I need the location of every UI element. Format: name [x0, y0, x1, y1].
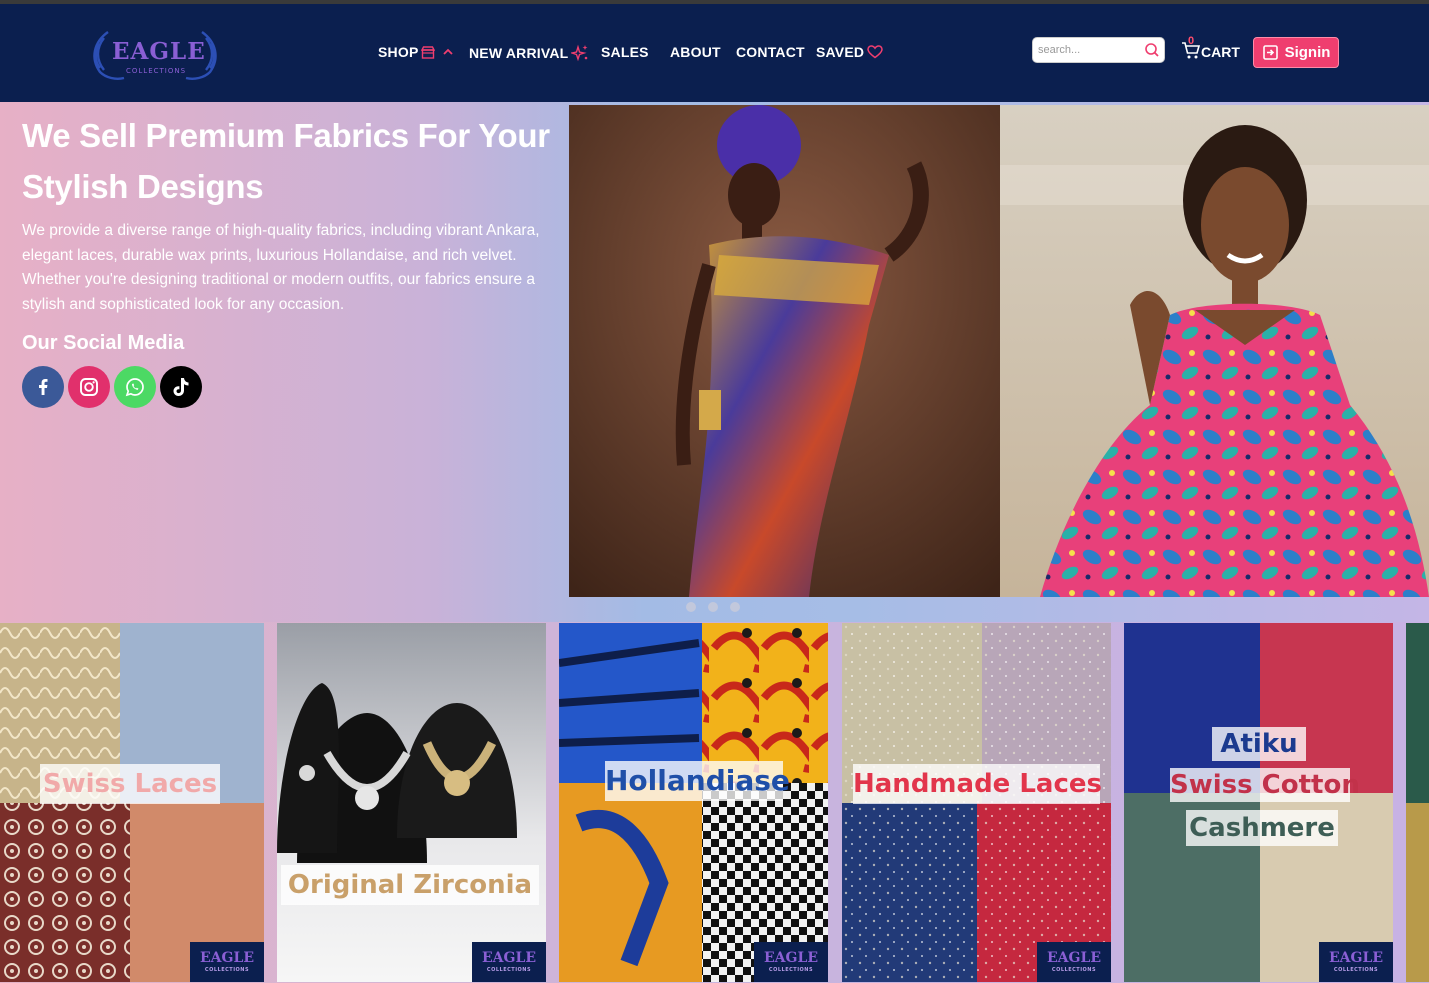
category-image: [277, 623, 546, 982]
social-heading: Our Social Media: [22, 332, 185, 354]
nav-shop[interactable]: SHOP: [378, 44, 455, 60]
logo-wordmark: EAGLE: [112, 38, 206, 65]
category-label-line-1: Atiku: [1212, 727, 1306, 761]
login-icon: [1262, 45, 1278, 60]
nav-shop-label: SHOP: [378, 44, 419, 60]
category-image: [559, 623, 828, 982]
eagle-badge: EAGLE COLLECTIONS: [472, 942, 546, 982]
hero-slide-image-1: [569, 105, 1000, 597]
carousel-dots: [686, 602, 740, 612]
chevron-up-icon: [443, 48, 454, 55]
category-label-line-3: Cashmere: [1186, 810, 1338, 846]
nav-saved-label: SAVED: [816, 44, 865, 60]
logo-tagline: COLLECTIONS: [126, 67, 187, 75]
nav-contact-label: CONTACT: [736, 44, 805, 60]
category-card-handmade-laces[interactable]: Handmade Laces EAGLE COLLECTIONS: [842, 623, 1111, 982]
signin-button[interactable]: Signin: [1253, 37, 1339, 68]
hero-title: We Sell Premium Fabrics For Your Stylish…: [22, 117, 550, 205]
nav-contact[interactable]: CONTACT: [736, 44, 805, 60]
category-label: Original Zirconia: [281, 865, 539, 905]
eagle-badge: EAGLE COLLECTIONS: [1319, 942, 1393, 982]
category-label: Handmade Laces: [853, 764, 1102, 804]
nav-new-arrival-label: NEW ARRIVAL: [469, 45, 569, 61]
tiktok-icon: [173, 378, 189, 396]
instagram-link[interactable]: [68, 366, 110, 408]
search-icon[interactable]: [1144, 42, 1160, 58]
nav-about[interactable]: ABOUT: [670, 44, 721, 60]
eagle-badge: EAGLE COLLECTIONS: [190, 942, 264, 982]
tiktok-link[interactable]: [160, 366, 202, 408]
category-row: Swiss Laces EAGLE COLLECTIONS Original Z…: [0, 622, 1429, 983]
facebook-icon: [39, 379, 48, 395]
instagram-icon: [80, 378, 98, 396]
site-header: EAGLE COLLECTIONS SHOP NEW ARRIVAL SALES…: [0, 4, 1429, 102]
cart-count: 0: [1188, 35, 1195, 47]
social-links: [22, 366, 202, 408]
hero-section: We Sell Premium Fabrics For Your Stylish…: [0, 102, 1429, 622]
cart-label: CART: [1201, 44, 1240, 60]
whatsapp-link[interactable]: [114, 366, 156, 408]
nav-about-label: ABOUT: [670, 44, 721, 60]
category-card-hollandiase[interactable]: Hollandiase EAGLE COLLECTIONS: [559, 623, 828, 982]
heart-icon: [867, 45, 883, 59]
carousel-dot-3[interactable]: [730, 602, 740, 612]
hero-slide-image-2: [1000, 105, 1429, 597]
facebook-link[interactable]: [22, 366, 64, 408]
eagle-badge: EAGLE COLLECTIONS: [1037, 942, 1111, 982]
category-label: Hollandiase: [605, 761, 790, 801]
hero-description: We provide a diverse range of high-quali…: [22, 222, 540, 313]
sparkle-icon: [571, 44, 588, 62]
carousel-dot-1[interactable]: [686, 602, 696, 612]
brand-logo[interactable]: EAGLE COLLECTIONS: [86, 24, 224, 84]
store-icon: [421, 45, 436, 59]
category-card-partial[interactable]: [1406, 623, 1429, 982]
category-card-swiss-laces[interactable]: Swiss Laces EAGLE COLLECTIONS: [0, 623, 264, 982]
search-input[interactable]: [1033, 38, 1138, 62]
category-image: [1124, 623, 1393, 982]
nav-sales-label: SALES: [601, 44, 649, 60]
nav-new-arrival[interactable]: NEW ARRIVAL: [469, 44, 589, 62]
nav-saved[interactable]: SAVED: [816, 44, 883, 60]
search-box: [1032, 37, 1165, 63]
signin-label: Signin: [1284, 44, 1331, 61]
category-card-original-zirconia[interactable]: Original Zirconia EAGLE COLLECTIONS: [277, 623, 546, 982]
cart-link[interactable]: 0 CART: [1181, 35, 1240, 60]
category-card-atiku-cotton-cashmere[interactable]: Atiku Swiss Cotton Cashmere EAGLE COLLECT…: [1124, 623, 1393, 982]
category-image: [1406, 623, 1429, 982]
nav-sales[interactable]: SALES: [601, 44, 649, 60]
category-label: Swiss Laces: [40, 764, 220, 804]
whatsapp-icon: [125, 378, 144, 397]
carousel-dot-2[interactable]: [708, 602, 718, 612]
category-label-line-2: Swiss Cotton: [1170, 768, 1360, 802]
eagle-badge: EAGLE COLLECTIONS: [754, 942, 828, 982]
